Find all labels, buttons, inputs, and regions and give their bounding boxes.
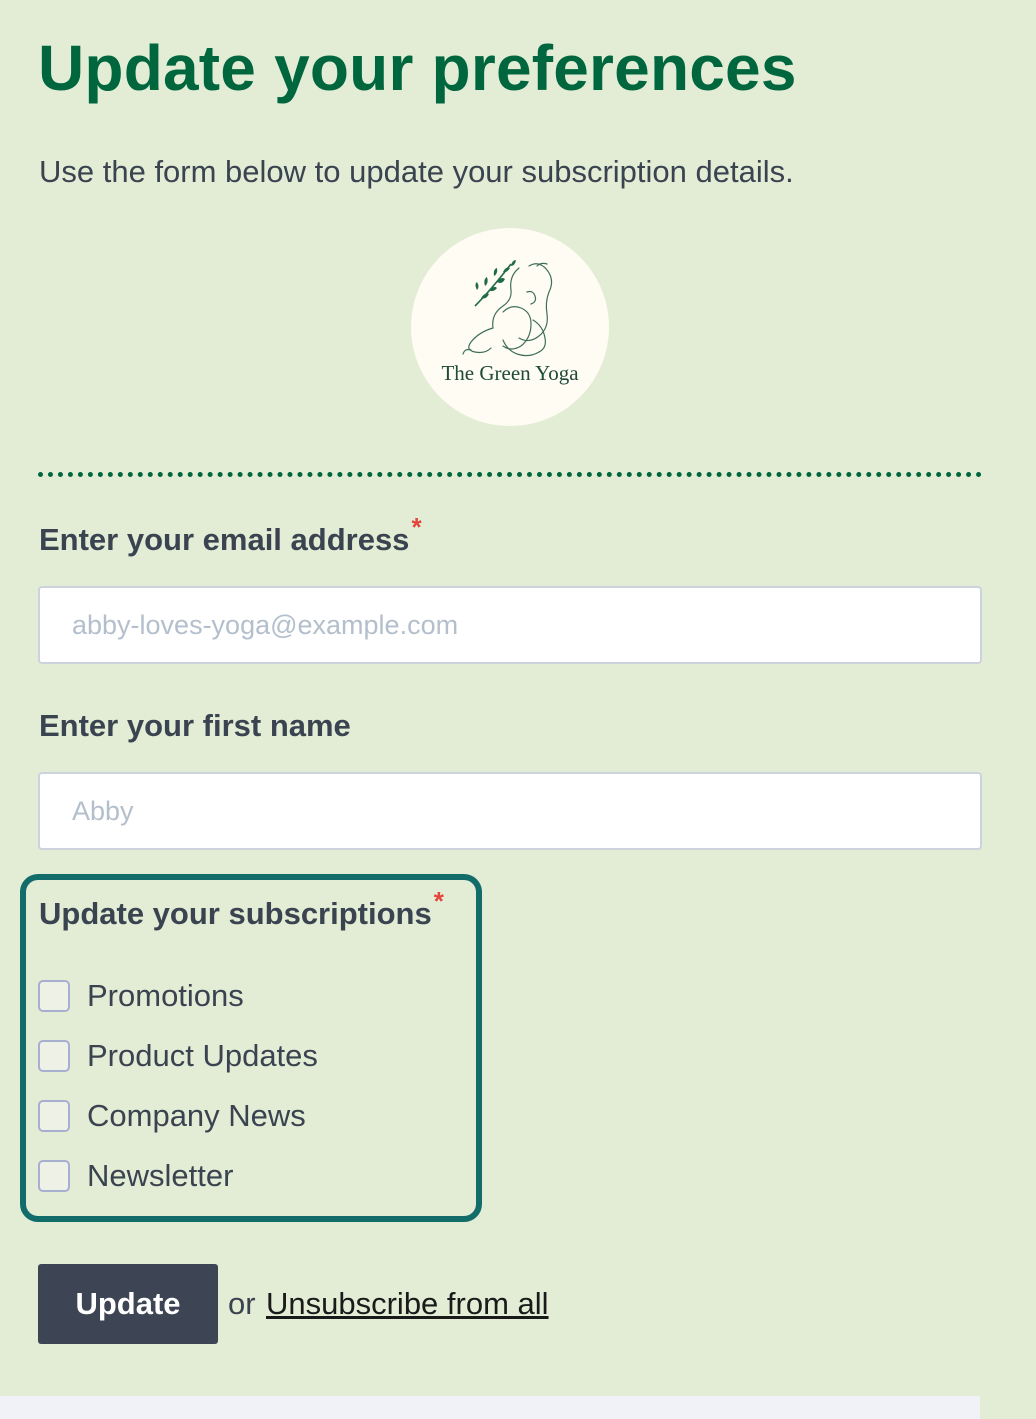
subscription-option-promotions[interactable]: Promotions [38,978,244,1014]
first-name-label: Enter your first name [39,708,351,743]
brand-logo: The Green Yoga [411,228,609,426]
email-label-text: Enter your email address [39,522,410,557]
subscription-option-newsletter[interactable]: Newsletter [38,1158,233,1194]
promotions-label[interactable]: Promotions [87,978,244,1014]
email-field[interactable] [38,586,982,664]
unsubscribe-all-link[interactable]: Unsubscribe from all [266,1284,549,1324]
first-name-field[interactable] [38,772,982,850]
yoga-pose-leaf-logo-icon: The Green Yoga [441,260,579,385]
newsletter-checkbox[interactable] [38,1160,70,1192]
preferences-page: Update your preferences Use the form bel… [0,0,1036,1419]
promotions-checkbox[interactable] [38,980,70,1012]
dotted-divider [38,472,982,477]
subscription-option-product-updates[interactable]: Product Updates [38,1038,318,1074]
page-subtitle: Use the form below to update your subscr… [39,154,794,189]
page-title: Update your preferences [38,32,797,104]
product-updates-checkbox[interactable] [38,1040,70,1072]
subscription-option-company-news[interactable]: Company News [38,1098,306,1134]
subscriptions-label: Update your subscriptions* [39,886,444,935]
footer-strip [0,1396,980,1419]
company-news-checkbox[interactable] [38,1100,70,1132]
logo-wordmark: The Green Yoga [441,361,579,385]
required-asterisk: * [433,886,444,916]
email-label: Enter your email address* [39,512,422,561]
product-updates-label[interactable]: Product Updates [87,1038,318,1074]
update-button[interactable]: Update [38,1264,218,1344]
required-asterisk: * [411,512,422,542]
or-text: or [228,1286,256,1321]
company-news-label[interactable]: Company News [87,1098,306,1134]
subscriptions-label-text: Update your subscriptions [39,896,432,931]
newsletter-label[interactable]: Newsletter [87,1158,233,1194]
